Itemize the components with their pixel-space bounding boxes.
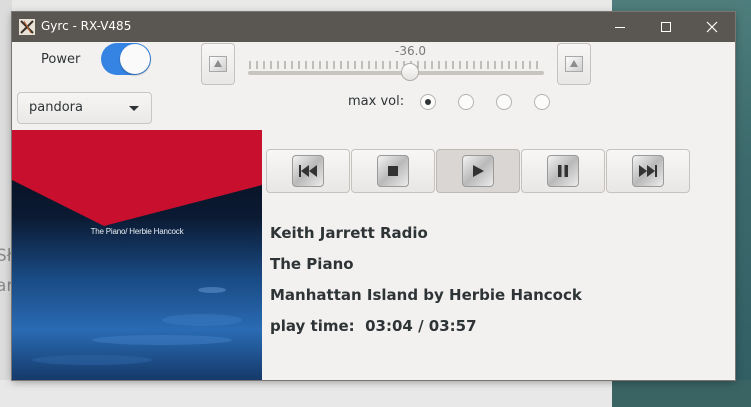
stop-button[interactable] [351, 149, 435, 193]
max-vol-option-4[interactable] [534, 94, 550, 110]
album-art-image [12, 130, 262, 380]
play-icon [462, 155, 494, 187]
max-vol-label: max vol: [348, 94, 405, 109]
previous-track-icon [292, 155, 324, 187]
previous-button[interactable] [266, 149, 350, 193]
missing-image-icon [565, 56, 583, 72]
window-title: Gyrc - RX-V485 [41, 19, 132, 33]
minimize-button[interactable] [597, 12, 643, 42]
close-button[interactable] [689, 12, 735, 42]
max-vol-option-2[interactable] [458, 94, 474, 110]
titlebar: Gyrc - RX-V485 [12, 12, 735, 42]
source-select[interactable]: pandora [17, 92, 152, 124]
power-switch[interactable] [101, 43, 151, 75]
max-vol-option-1[interactable] [420, 94, 436, 110]
missing-image-icon [209, 56, 227, 72]
app-window: Gyrc - RX-V485 Power pandora -36.0 max v… [12, 12, 735, 380]
volume-down-button[interactable] [201, 43, 235, 85]
close-icon [706, 21, 718, 33]
power-switch-knob[interactable] [120, 44, 150, 74]
pause-button[interactable] [521, 149, 605, 193]
desktop-wallpaper-bottom [612, 380, 751, 407]
minimize-icon [615, 27, 625, 28]
source-select-value: pandora [29, 100, 83, 115]
volume-slider-handle[interactable] [401, 63, 419, 81]
album-art: The Piano/ Herbie Hancock [12, 130, 262, 380]
pause-icon [547, 155, 579, 187]
background-window-area [0, 380, 612, 407]
volume-up-button[interactable] [557, 43, 591, 85]
desktop-background [0, 0, 12, 407]
max-vol-option-3[interactable] [496, 94, 512, 110]
play-time: play time: 03:04 / 03:57 [270, 317, 477, 335]
next-track-icon [632, 155, 664, 187]
volume-ticks [249, 61, 538, 69]
app-icon [19, 19, 35, 35]
maximize-icon [661, 22, 671, 32]
maximize-button[interactable] [643, 12, 689, 42]
station-name: Keith Jarrett Radio [270, 224, 428, 242]
background-window-text: Sł [0, 246, 12, 266]
album-art-caption: The Piano/ Herbie Hancock [90, 227, 184, 236]
stop-icon [377, 155, 409, 187]
volume-value: -36.0 [395, 44, 427, 58]
chevron-down-icon [129, 106, 139, 111]
album-name: The Piano [270, 255, 354, 273]
volume-slider-trough[interactable] [248, 71, 544, 75]
power-label: Power [41, 52, 81, 67]
next-button[interactable] [606, 149, 690, 193]
track-artist: Manhattan Island by Herbie Hancock [270, 286, 582, 304]
play-button[interactable] [436, 149, 520, 193]
